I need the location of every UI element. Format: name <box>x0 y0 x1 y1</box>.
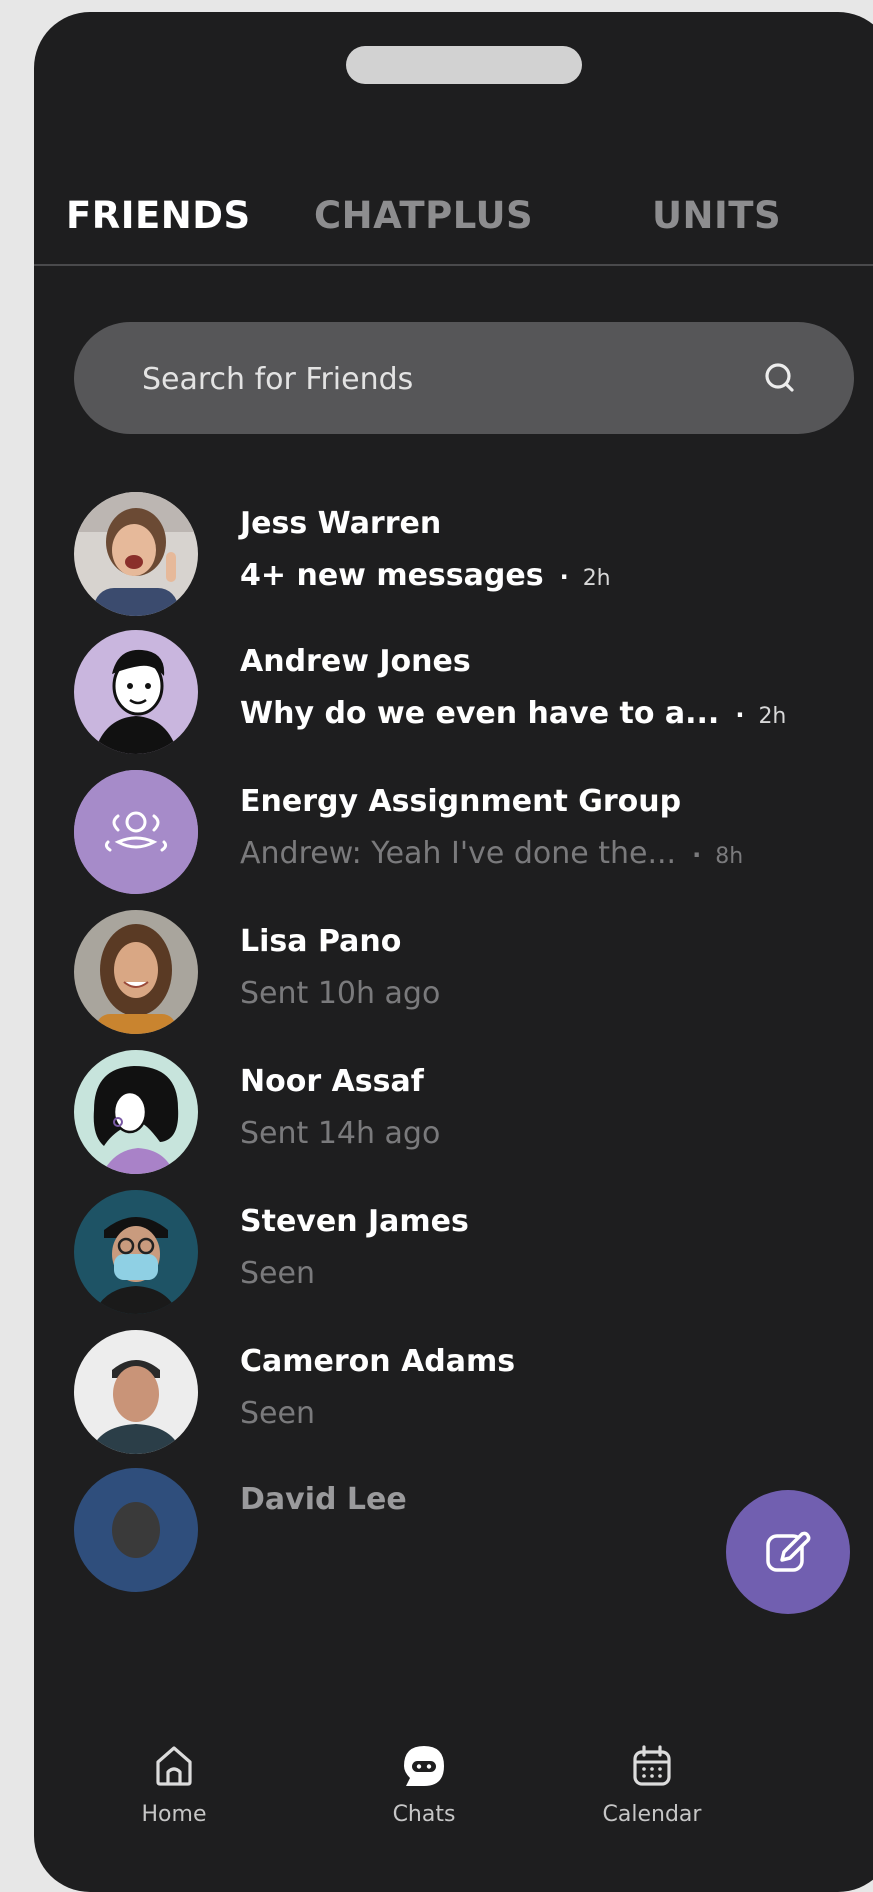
chat-preview-text: Sent 10h ago <box>240 976 441 1011</box>
chat-name: Steven James <box>240 1204 469 1239</box>
nav-home[interactable]: Home <box>94 1742 254 1827</box>
avatar <box>74 910 198 1034</box>
phone-frame: FRIENDS CHATPLUS UNITS Search for Friend… <box>34 12 873 1892</box>
chat-name: Jess Warren <box>240 506 442 541</box>
chat-preview-text: Seen <box>240 1396 315 1431</box>
chat-preview-text: Sent 14h ago <box>240 1116 441 1151</box>
chat-name: Noor Assaf <box>240 1064 424 1099</box>
chat-time: 8h <box>715 844 744 869</box>
search-input[interactable] <box>140 322 704 436</box>
chat-preview: Seen <box>240 1396 315 1431</box>
chat-preview-text: 4+ new messages <box>240 558 544 593</box>
search-bar[interactable] <box>74 322 854 436</box>
home-icon <box>156 1746 192 1786</box>
chat-item-energy-assignment-group[interactable]: Energy Assignment Group Andrew: Yeah I'v… <box>74 770 873 900</box>
chat-item-cameron-adams[interactable]: Cameron Adams Seen <box>74 1330 873 1460</box>
tab-units[interactable]: UNITS <box>652 194 781 237</box>
avatar <box>74 630 198 754</box>
chat-preview: 4+ new messages · 2h <box>240 558 611 593</box>
avatar <box>74 1468 198 1592</box>
avatar <box>74 1330 198 1454</box>
avatar <box>74 492 198 616</box>
chat-name: Andrew Jones <box>240 644 471 679</box>
chat-item-noor-assaf[interactable]: Noor Assaf Sent 14h ago <box>74 1050 873 1180</box>
chat-preview: Sent 14h ago <box>240 1116 440 1151</box>
compose-icon <box>766 1531 811 1572</box>
chat-preview-text: Seen <box>240 1256 315 1291</box>
nav-calendar-label: Calendar <box>602 1802 702 1827</box>
tab-friends[interactable]: FRIENDS <box>66 194 251 237</box>
search-icon[interactable] <box>760 358 800 398</box>
chat-preview-text: Andrew: Yeah I've done the... <box>240 836 677 871</box>
nav-home-label: Home <box>141 1802 207 1827</box>
chat-icon <box>404 1746 444 1786</box>
nav-chats[interactable]: Chats <box>344 1742 504 1827</box>
chat-item-jess-warren[interactable]: Jess Warren 4+ new messages · 2h <box>74 492 873 622</box>
calendar-icon <box>633 1745 671 1786</box>
nav-chats-label: Chats <box>392 1802 456 1827</box>
chat-item-steven-james[interactable]: Steven James Seen <box>74 1190 873 1320</box>
compose-button[interactable] <box>726 1490 850 1614</box>
chat-name: Lisa Pano <box>240 924 402 959</box>
chat-item-andrew-jones[interactable]: Andrew Jones Why do we even have to a...… <box>74 630 873 760</box>
chat-preview: Sent 10h ago <box>240 976 440 1011</box>
group-icon <box>74 770 198 894</box>
chat-name: Energy Assignment Group <box>240 784 682 819</box>
chat-name: David Lee <box>240 1482 407 1517</box>
chat-preview-text: Why do we even have to a... <box>240 696 720 731</box>
nav-calendar[interactable]: Calendar <box>572 1742 732 1827</box>
avatar <box>74 770 198 894</box>
bottom-nav: Home Chats Calendar <box>34 1742 873 1872</box>
tab-bar: FRIENDS CHATPLUS UNITS <box>34 194 873 244</box>
chat-preview: Andrew: Yeah I've done the... · 8h <box>240 836 743 871</box>
separator-dot: · <box>692 841 702 869</box>
tab-chatplus[interactable]: CHATPLUS <box>314 194 533 237</box>
notch <box>346 46 582 84</box>
chat-name: Cameron Adams <box>240 1344 516 1379</box>
tab-divider <box>34 264 873 266</box>
chat-time: 2h <box>582 566 611 591</box>
avatar <box>74 1050 198 1174</box>
separator-dot: · <box>735 701 745 729</box>
chat-time: 2h <box>758 704 787 729</box>
chat-item-lisa-pano[interactable]: Lisa Pano Sent 10h ago <box>74 910 873 1040</box>
separator-dot: · <box>559 563 569 591</box>
chat-preview: Why do we even have to a... · 2h <box>240 696 786 731</box>
chat-preview: Seen <box>240 1256 315 1291</box>
avatar <box>74 1190 198 1314</box>
